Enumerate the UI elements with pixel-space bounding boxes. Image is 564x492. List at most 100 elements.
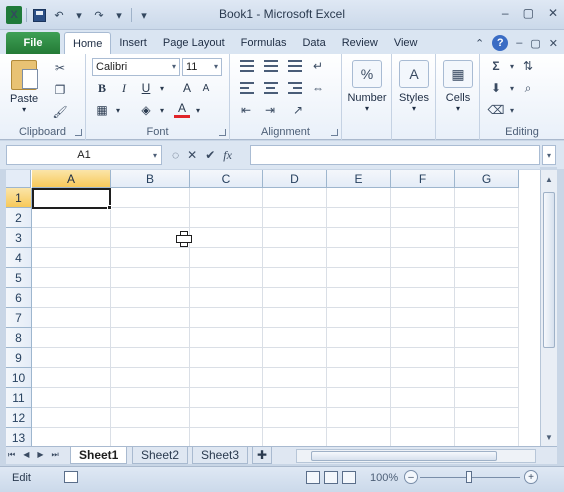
cell-d3[interactable]	[263, 228, 327, 248]
row-header-8[interactable]: 8	[6, 328, 32, 348]
cell-f1[interactable]	[391, 188, 455, 208]
fill-dropdown-icon[interactable]: ▾	[504, 80, 520, 96]
paste-button[interactable]: Paste ▾	[10, 60, 38, 114]
align-bottom-icon[interactable]	[288, 60, 302, 72]
cell-e4[interactable]	[327, 248, 391, 268]
horizontal-scrollbar[interactable]	[296, 449, 536, 463]
enter-icon[interactable]: ✔	[205, 148, 215, 162]
underline-dropdown-icon[interactable]: ▾	[154, 80, 170, 96]
tab-view[interactable]: View	[386, 32, 426, 54]
row-header-10[interactable]: 10	[6, 368, 32, 388]
italic-button[interactable]: I	[116, 80, 132, 96]
alignment-launcher-icon[interactable]	[331, 129, 338, 136]
horizontal-scroll-thumb[interactable]	[311, 451, 497, 461]
cell-f4[interactable]	[391, 248, 455, 268]
vertical-scroll-thumb[interactable]	[543, 192, 555, 348]
cell-b5[interactable]	[111, 268, 190, 288]
cell-c1[interactable]	[190, 188, 263, 208]
cell-d6[interactable]	[263, 288, 327, 308]
expand-formula-bar-icon[interactable]: ▾	[542, 145, 556, 165]
cell-b12[interactable]	[111, 408, 190, 428]
minimize-button[interactable]: –	[502, 6, 509, 20]
normal-view-icon[interactable]	[306, 471, 320, 484]
cell-d4[interactable]	[263, 248, 327, 268]
cell-d11[interactable]	[263, 388, 327, 408]
scroll-up-icon[interactable]: ▲	[541, 172, 557, 186]
zoom-in-icon[interactable]: +	[524, 470, 538, 484]
column-header-g[interactable]: G	[455, 170, 519, 188]
tab-data[interactable]: Data	[294, 32, 333, 54]
cut-icon[interactable]: ✂	[52, 60, 68, 76]
cell-d5[interactable]	[263, 268, 327, 288]
cell-e9[interactable]	[327, 348, 391, 368]
underline-button[interactable]: U	[138, 80, 154, 96]
cell-f6[interactable]	[391, 288, 455, 308]
font-name-combo[interactable]: Calibri ▾	[92, 58, 180, 76]
next-sheet-icon[interactable]: ▶	[37, 450, 43, 460]
last-sheet-icon[interactable]: ⏭	[52, 450, 59, 460]
font-launcher-icon[interactable]	[219, 129, 226, 136]
cell-e11[interactable]	[327, 388, 391, 408]
tab-insert[interactable]: Insert	[111, 32, 155, 54]
cell-f7[interactable]	[391, 308, 455, 328]
cell-b10[interactable]	[111, 368, 190, 388]
find-select-icon[interactable]: ⌕	[520, 80, 536, 96]
sheet-tab-sheet2[interactable]: Sheet2	[132, 447, 189, 464]
tab-review[interactable]: Review	[334, 32, 386, 54]
restore-button[interactable]: ▢	[523, 6, 534, 20]
formula-splitter-icon[interactable]: ◌	[172, 148, 179, 162]
first-sheet-icon[interactable]: ⏮	[8, 450, 15, 460]
cell-a7[interactable]	[32, 308, 111, 328]
grow-font-icon[interactable]: A	[179, 80, 195, 96]
font-color-dropdown-icon[interactable]: ▾	[190, 102, 206, 118]
workbook-restore-button[interactable]: ▢	[530, 37, 540, 50]
cell-b13[interactable]	[111, 428, 190, 446]
formula-input[interactable]	[250, 145, 540, 165]
bold-button[interactable]: B	[94, 80, 110, 96]
cell-c8[interactable]	[190, 328, 263, 348]
cell-g12[interactable]	[455, 408, 519, 428]
autosum-icon[interactable]: Σ	[488, 58, 504, 74]
increase-indent-icon[interactable]: ⇥	[262, 102, 278, 118]
column-header-f[interactable]: F	[391, 170, 455, 188]
insert-function-button[interactable]: fx	[223, 148, 232, 163]
row-header-11[interactable]: 11	[6, 388, 32, 408]
cell-a9[interactable]	[32, 348, 111, 368]
cell-a11[interactable]	[32, 388, 111, 408]
vertical-scrollbar[interactable]: ▲ ▼	[540, 170, 557, 446]
active-cell-border[interactable]	[32, 188, 111, 209]
cell-d10[interactable]	[263, 368, 327, 388]
tab-formulas[interactable]: Formulas	[233, 32, 295, 54]
cells-button[interactable]: ▦ Cells ▾	[440, 60, 476, 113]
cell-d9[interactable]	[263, 348, 327, 368]
align-left-icon[interactable]	[240, 82, 254, 94]
cell-f12[interactable]	[391, 408, 455, 428]
select-all-button[interactable]	[6, 170, 31, 188]
cell-d2[interactable]	[263, 208, 327, 228]
cell-e8[interactable]	[327, 328, 391, 348]
merge-center-icon[interactable]: ⇔	[310, 80, 326, 96]
wrap-text-icon[interactable]: ↵	[310, 58, 326, 74]
workbook-minimize-button[interactable]: –	[516, 37, 522, 49]
orientation-icon[interactable]: ↗	[290, 102, 306, 118]
font-size-combo[interactable]: 11 ▾	[182, 58, 222, 76]
cell-e13[interactable]	[327, 428, 391, 446]
macro-record-icon[interactable]	[64, 471, 78, 483]
cell-a8[interactable]	[32, 328, 111, 348]
cell-b9[interactable]	[111, 348, 190, 368]
row-header-12[interactable]: 12	[6, 408, 32, 428]
cell-e2[interactable]	[327, 208, 391, 228]
name-box[interactable]: A1 ▾	[6, 145, 162, 165]
worksheet-grid[interactable]: A B C D E F G 1 2 3 4 5 6 7 8 9 10 11 12 13	[6, 170, 540, 446]
cell-e5[interactable]	[327, 268, 391, 288]
cell-e3[interactable]	[327, 228, 391, 248]
cell-a13[interactable]	[32, 428, 111, 446]
cell-b7[interactable]	[111, 308, 190, 328]
cancel-icon[interactable]: ✕	[187, 148, 197, 162]
cell-g11[interactable]	[455, 388, 519, 408]
row-header-4[interactable]: 4	[6, 248, 32, 268]
row-header-13[interactable]: 13	[6, 428, 32, 446]
cell-f8[interactable]	[391, 328, 455, 348]
fill-color-dropdown-icon[interactable]: ▾	[154, 102, 170, 118]
cell-f11[interactable]	[391, 388, 455, 408]
